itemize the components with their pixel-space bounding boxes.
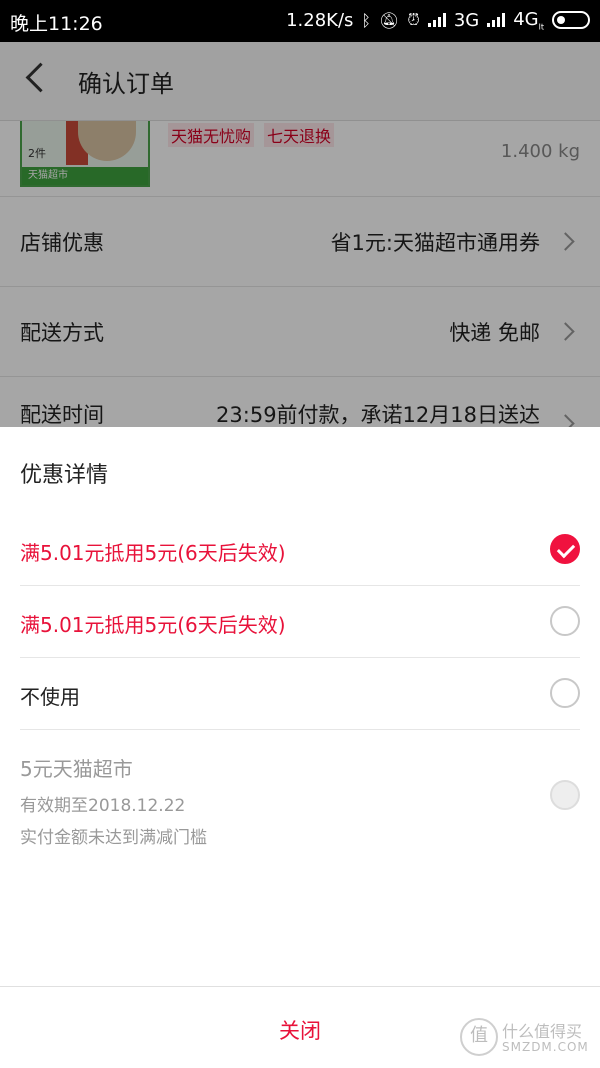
network-type-1: 3G: [453, 9, 480, 31]
coupon-option-none[interactable]: 不使用: [20, 657, 580, 730]
signal-icon-2: [487, 13, 506, 28]
watermark-text: 什么值得买: [502, 1022, 583, 1041]
coupon-option-label: 不使用: [20, 685, 80, 709]
coupon-option[interactable]: 满5.01元抵用5元(6天后失效): [20, 513, 580, 586]
coupon-sheet: 优惠详情 满5.01元抵用5元(6天后失效) 满5.01元抵用5元(6天后失效)…: [0, 427, 600, 1067]
battery-icon: [552, 11, 590, 30]
mute-icon: 🔕︎: [379, 10, 400, 30]
watermark-logo: 值 什么值得买 SMZDM.COM: [460, 1016, 590, 1060]
status-time: 晚上11:26: [10, 13, 103, 35]
checkmark-radio-icon[interactable]: [550, 534, 580, 564]
coupon-option-label: 满5.01元抵用5元(6天后失效): [20, 541, 286, 565]
coupon-option[interactable]: 满5.01元抵用5元(6天后失效): [20, 585, 580, 658]
coupon-option-label: 满5.01元抵用5元(6天后失效): [20, 613, 286, 637]
radio-disabled-icon: [550, 780, 580, 810]
bluetooth-icon: ᛒ: [361, 10, 372, 30]
radio-icon[interactable]: [550, 606, 580, 636]
status-icons: 1.28K/s ᛒ 🔕︎ ⏰︎ 3G 4Glt: [286, 9, 590, 32]
network-type-2: 4Glt: [513, 9, 544, 32]
watermark-icon: 值: [460, 1018, 498, 1056]
status-bar: 晚上11:26 1.28K/s ᛒ 🔕︎ ⏰︎ 3G 4Glt: [0, 0, 600, 42]
alarm-icon: ⏰︎: [407, 10, 420, 30]
disabled-coupon-expiry: 有效期至2018.12.22: [20, 796, 186, 816]
radio-icon[interactable]: [550, 678, 580, 708]
coupon-option-disabled: 5元天猫超市 有效期至2018.12.22 实付金额未达到满减门槛: [20, 729, 580, 859]
network-speed: 1.28K/s: [286, 9, 354, 31]
sheet-title: 优惠详情: [20, 463, 109, 488]
signal-icon: [427, 13, 446, 28]
watermark-url: SMZDM.COM: [502, 1040, 589, 1054]
disabled-coupon-title: 5元天猫超市: [20, 757, 133, 781]
dim-overlay[interactable]: [0, 42, 600, 427]
disabled-coupon-note: 实付金额未达到满减门槛: [20, 828, 207, 848]
